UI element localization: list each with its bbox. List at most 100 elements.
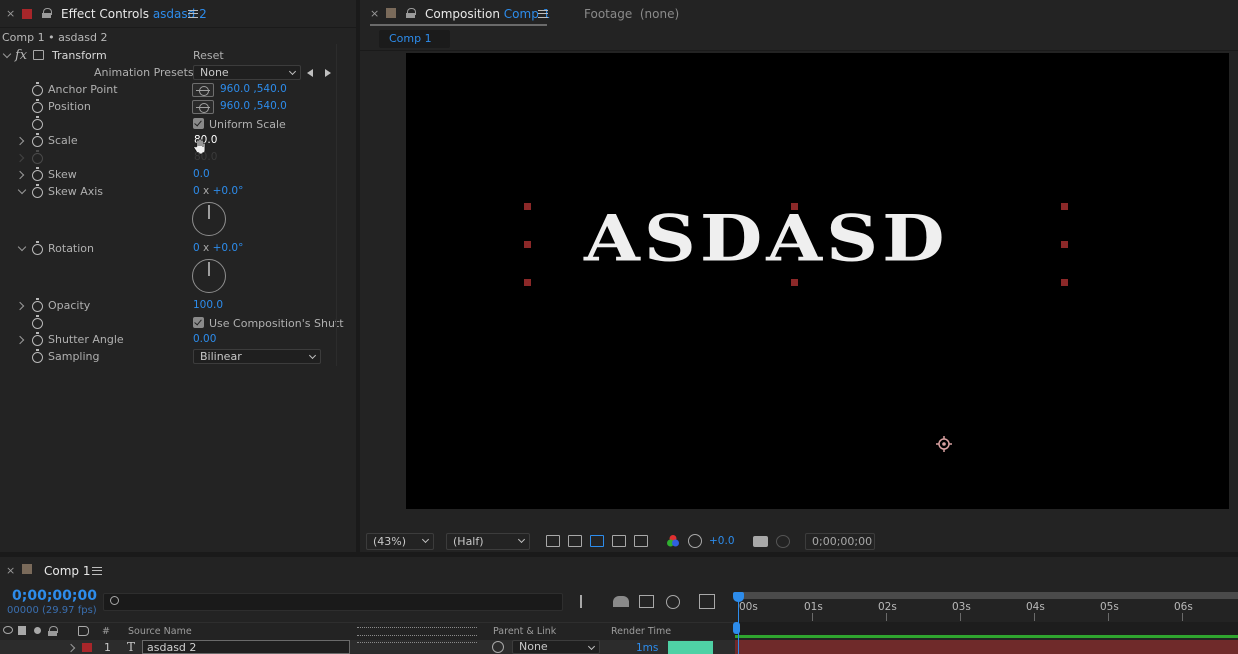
hide-shy-layers-icon[interactable] [639, 595, 654, 608]
color-management-icon[interactable] [688, 534, 702, 548]
shutter-angle-value[interactable]: 0.00 [193, 333, 216, 345]
video-eye-icon[interactable] [3, 626, 13, 634]
channels-icon[interactable] [666, 534, 680, 548]
parent-dropdown[interactable]: None [512, 640, 600, 654]
column-source-name[interactable]: Source Name [128, 626, 192, 637]
rotation-dial[interactable] [192, 259, 226, 293]
work-area-bar[interactable] [735, 592, 1238, 599]
fast-previews-icon[interactable] [546, 535, 560, 547]
mask-visibility-icon[interactable] [590, 535, 604, 547]
scale-twirl[interactable] [15, 136, 25, 146]
stopwatch-icon[interactable] [32, 167, 43, 181]
bounding-handle[interactable] [791, 279, 798, 286]
composition-viewer[interactable]: ASDASD [406, 53, 1229, 509]
current-time-field[interactable]: 0;00;00;00 [805, 533, 875, 550]
stopwatch-icon[interactable] [32, 349, 43, 363]
skew-axis-twirl[interactable] [17, 185, 27, 195]
opacity-value[interactable]: 100.0 [193, 299, 223, 311]
sampling-dropdown[interactable]: Bilinear [193, 349, 321, 364]
revolutions: 0 [193, 242, 200, 254]
position-value[interactable]: 960.0 ,540.0 [220, 100, 287, 112]
region-of-interest-icon[interactable] [612, 535, 626, 547]
timeline-timecode[interactable]: 0;00;00;00 [12, 588, 97, 604]
playhead-handle-icon[interactable] [733, 592, 744, 602]
panel-menu-icon[interactable] [92, 567, 102, 575]
close-panel-icon[interactable]: × [370, 7, 379, 20]
lock-icon[interactable] [406, 8, 416, 18]
lock-icon[interactable] [48, 626, 58, 636]
skew-axis-dial[interactable] [192, 202, 226, 236]
next-preset-icon[interactable] [325, 69, 331, 77]
comp-mini-flowchart-icon[interactable] [580, 595, 595, 608]
show-snapshot-icon[interactable] [776, 535, 790, 548]
grid-guides-icon[interactable] [634, 535, 648, 547]
panel-divider [336, 44, 337, 366]
effect-controls-tab[interactable]: Effect Controls asdasd 2 [61, 7, 207, 21]
motion-blur-icon[interactable] [699, 594, 715, 609]
layer-label-color-icon[interactable] [82, 643, 92, 652]
resolution-dropdown[interactable]: (Half) [446, 533, 530, 550]
bounding-handle[interactable] [524, 241, 531, 248]
pick-whip-icon[interactable] [492, 641, 504, 653]
layer-name-field[interactable]: asdasd 2 [142, 640, 350, 654]
reset-link[interactable]: Reset [193, 49, 224, 62]
bounding-handle[interactable] [1061, 279, 1068, 286]
transparency-grid-icon[interactable] [568, 535, 582, 547]
position-crosshair-icon[interactable] [192, 100, 214, 114]
stopwatch-icon[interactable] [32, 332, 43, 346]
fx-icon[interactable]: fx [15, 48, 27, 63]
draft-3d-icon[interactable] [613, 596, 629, 607]
layer-switches[interactable] [357, 642, 477, 652]
previous-preset-icon[interactable] [307, 69, 313, 77]
skew-value[interactable]: 0.0 [193, 168, 210, 180]
stopwatch-icon[interactable] [32, 184, 43, 198]
frame-blending-icon[interactable] [666, 595, 680, 609]
stopwatch-icon[interactable] [32, 99, 43, 113]
use-comp-shutter-checkbox[interactable] [193, 317, 204, 328]
solo-icon[interactable] [34, 627, 41, 634]
bounding-handle[interactable] [524, 203, 531, 210]
panel-menu-icon[interactable] [188, 10, 198, 18]
anchor-point-icon[interactable] [935, 435, 953, 453]
animation-presets-dropdown[interactable]: None [193, 65, 301, 80]
layer-switches-icons[interactable] [357, 627, 477, 636]
lock-icon[interactable] [42, 8, 52, 18]
bounding-handle[interactable] [1061, 241, 1068, 248]
close-panel-icon[interactable]: × [6, 7, 15, 20]
stopwatch-icon[interactable] [32, 133, 43, 147]
rotation-value[interactable]: 0 x +0.0° [193, 242, 243, 254]
close-panel-icon[interactable]: × [6, 564, 15, 577]
composition-tab[interactable]: Composition Comp 1 [425, 7, 550, 21]
skew-axis-value[interactable]: 0 x +0.0° [193, 185, 243, 197]
anchor-point-value[interactable]: 960.0 ,540.0 [220, 83, 287, 95]
stopwatch-icon[interactable] [32, 116, 43, 130]
shutter-angle-twirl[interactable] [15, 335, 25, 345]
label-tag-icon[interactable] [78, 626, 89, 636]
uniform-scale-checkbox[interactable] [193, 118, 204, 129]
stopwatch-icon[interactable] [32, 298, 43, 312]
panel-menu-icon[interactable] [538, 10, 548, 18]
opacity-twirl[interactable] [15, 301, 25, 311]
timeline-tab[interactable]: Comp 1 [44, 564, 90, 578]
skew-twirl[interactable] [15, 170, 25, 180]
exposure-value[interactable]: +0.0 [709, 535, 735, 547]
camera-snapshot-icon[interactable] [753, 536, 768, 547]
layer-duration-bar[interactable] [735, 640, 1238, 654]
canvas-text-layer[interactable]: ASDASD [584, 207, 949, 270]
timeline-search-input[interactable] [103, 593, 563, 611]
stopwatch-icon[interactable] [32, 315, 43, 329]
work-area-start-handle[interactable] [733, 622, 740, 634]
audio-icon[interactable] [18, 626, 26, 635]
transform-twirl[interactable] [2, 49, 12, 59]
anchor-point-crosshair-icon[interactable] [192, 83, 214, 97]
bounding-handle[interactable] [524, 279, 531, 286]
chevron-down-icon [421, 535, 430, 544]
zoom-dropdown[interactable]: (43%) [366, 533, 434, 550]
bounding-handle[interactable] [1061, 203, 1068, 210]
stopwatch-icon[interactable] [32, 241, 43, 255]
stopwatch-icon[interactable] [32, 82, 43, 96]
footage-tab[interactable]: Footage (none) [584, 7, 679, 21]
bounding-handle[interactable] [791, 203, 798, 210]
comp-subtab[interactable]: Comp 1 [379, 30, 450, 48]
rotation-twirl[interactable] [17, 242, 27, 252]
